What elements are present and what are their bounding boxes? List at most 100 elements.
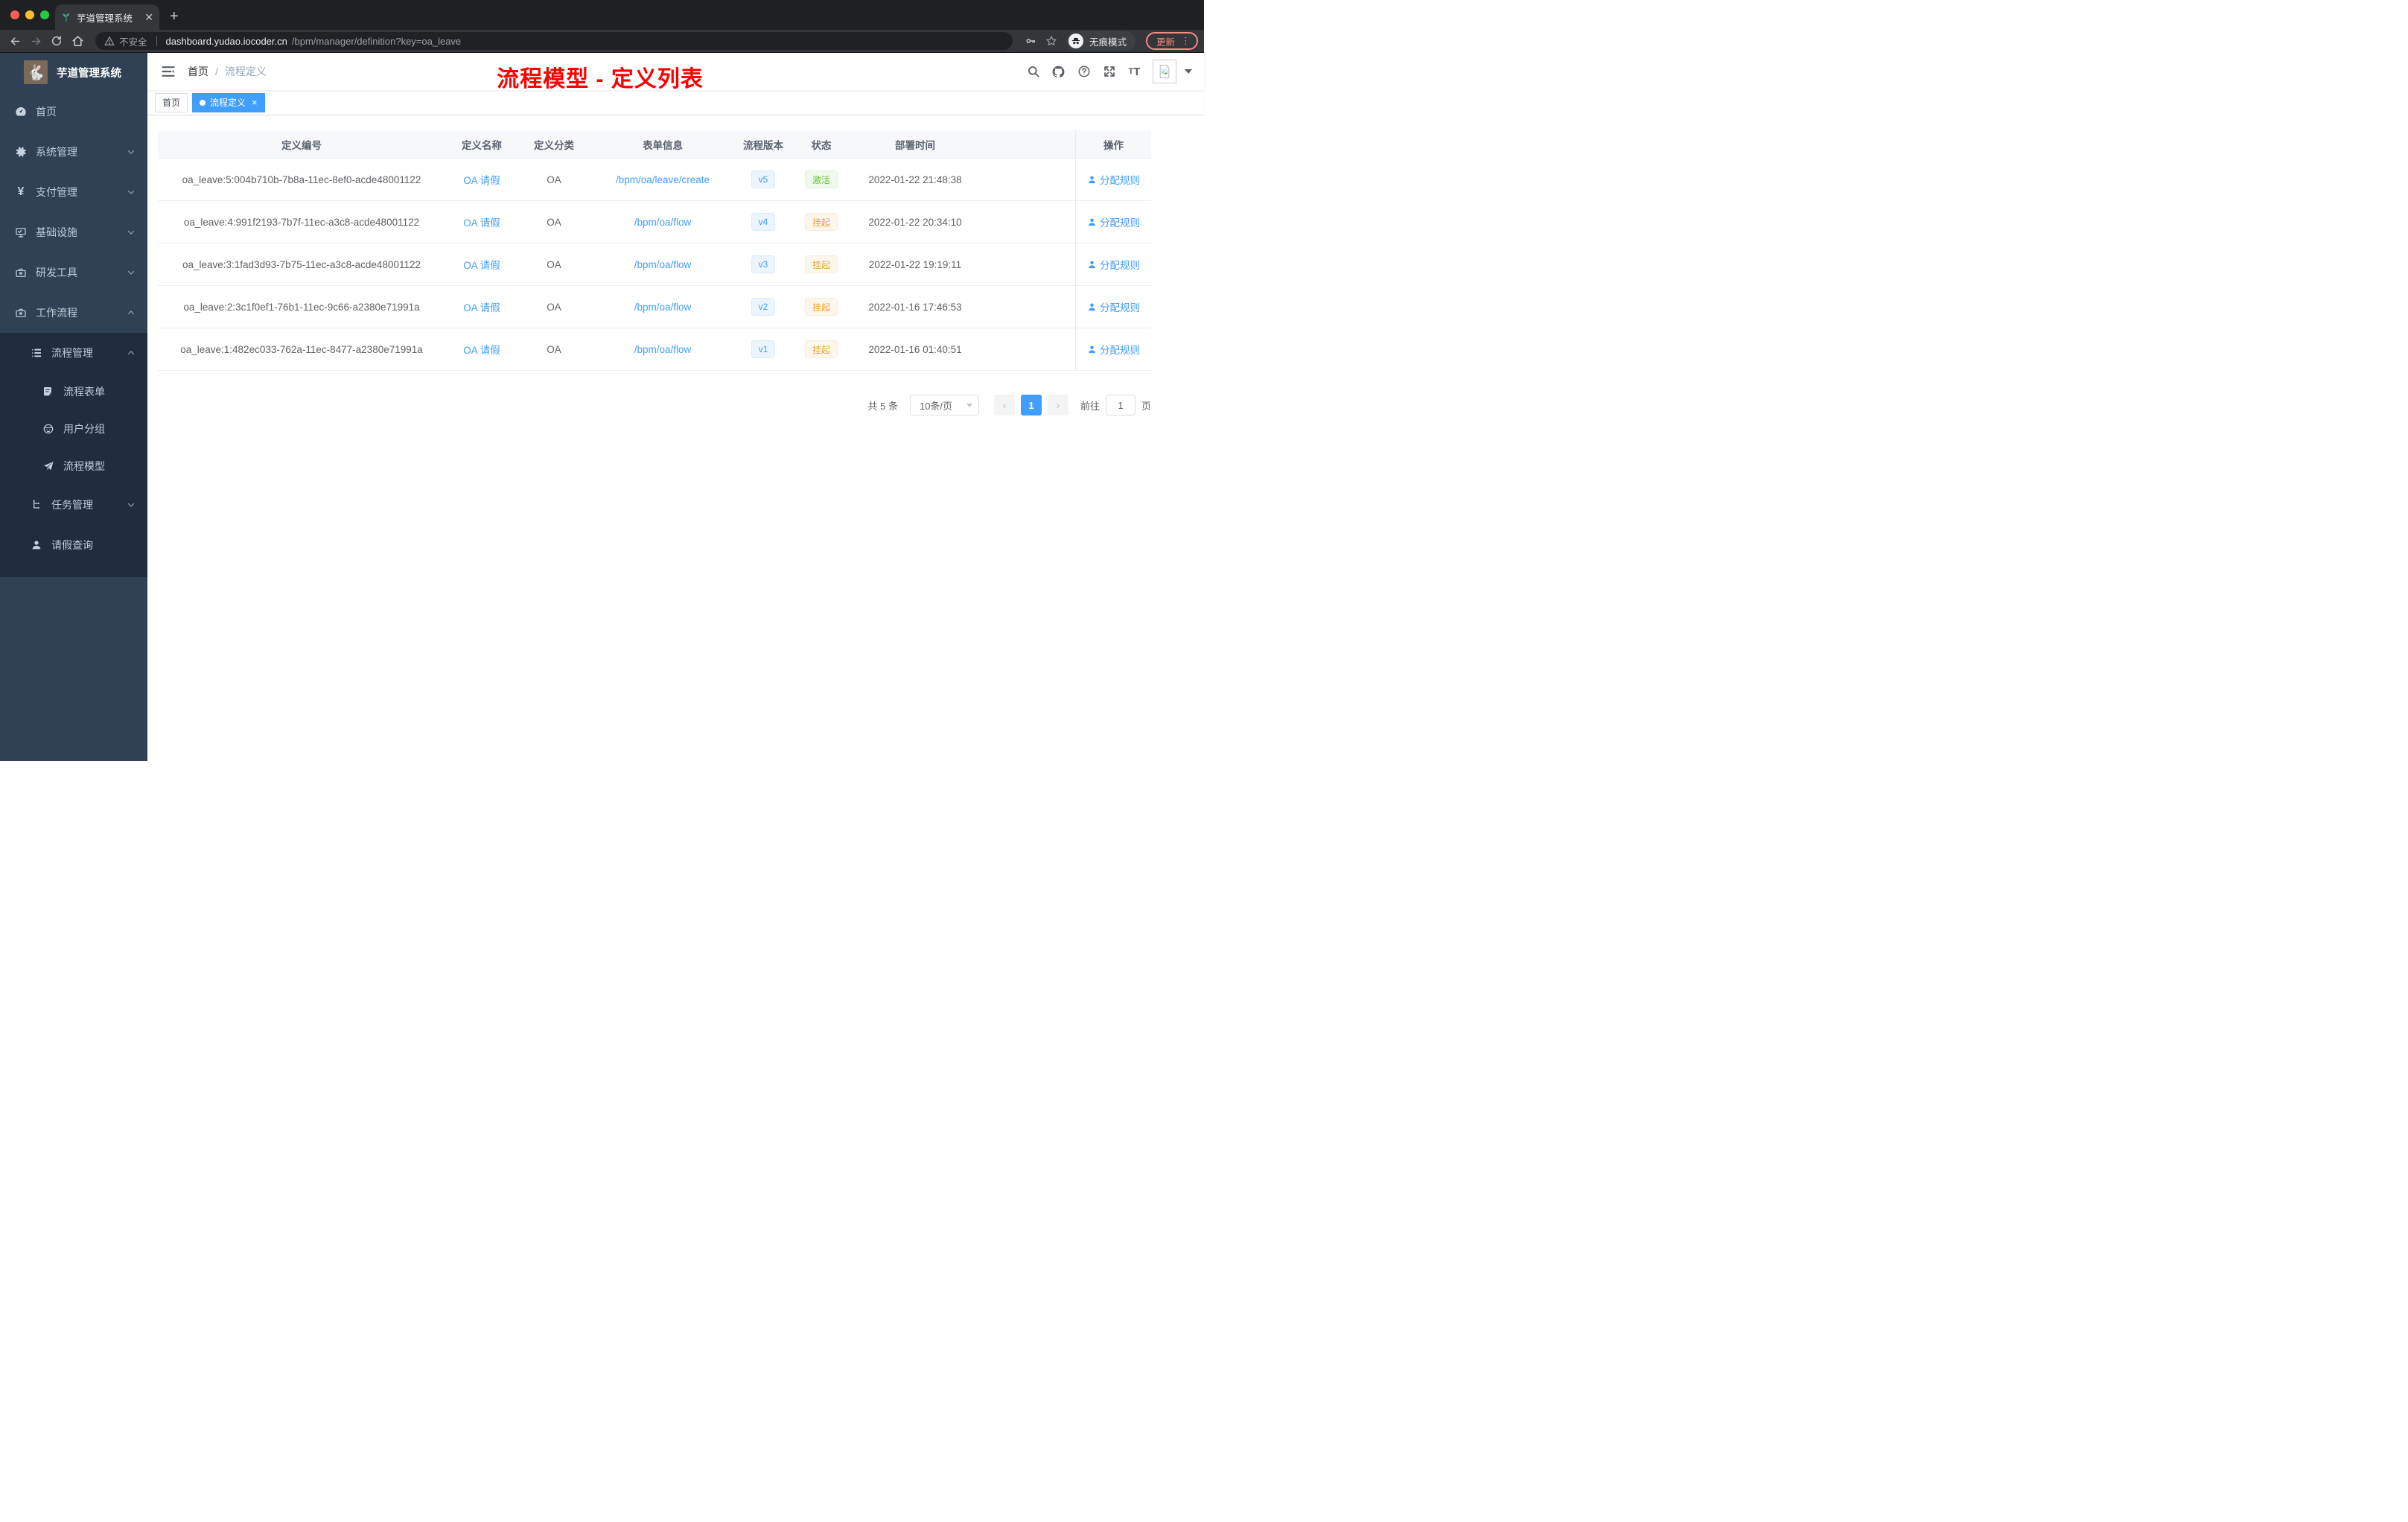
form-info-link[interactable]: /bpm/oa/flow: [634, 259, 692, 270]
address-bar[interactable]: 不安全 dashboard.yudao.iocoder.cn/bpm/manag…: [95, 32, 1013, 50]
sidebar-item-label: 工作流程: [36, 307, 77, 319]
table-row: oa_leave:4:991f2193-7b7f-11ec-a3c8-acde4…: [158, 201, 1151, 243]
form-info-link[interactable]: /bpm/oa/flow: [634, 344, 692, 355]
forward-button[interactable]: [27, 32, 45, 50]
new-tab-button[interactable]: +: [170, 8, 179, 25]
help-icon[interactable]: [1077, 65, 1091, 79]
definition-name-link[interactable]: OA 请假: [463, 342, 500, 357]
person-icon: [32, 541, 41, 550]
sidebar-item-task-mgmt[interactable]: 任务管理: [0, 485, 147, 525]
paper-plane-icon: [44, 462, 54, 471]
sidebar-item-process-mgmt[interactable]: 流程管理: [0, 333, 147, 373]
sidebar-item-label: 首页: [36, 106, 57, 118]
minimize-window-button[interactable]: [25, 10, 34, 19]
back-button[interactable]: [6, 32, 24, 50]
sidebar-item-label: 研发工具: [36, 267, 77, 278]
tab-title: 芋道管理系统: [77, 13, 133, 24]
avatar-caret-icon[interactable]: [1185, 69, 1192, 74]
page-content: 定义编号 定义名称 定义分类 表单信息 流程版本 状态 部署时间 操作 oa_l…: [147, 115, 1204, 761]
sidebar-item-payment[interactable]: ¥ 支付管理: [0, 172, 147, 212]
definition-category: OA: [547, 258, 561, 270]
deploy-time: 2022-01-16 01:40:51: [868, 343, 962, 355]
logo-title: 芋道管理系统: [57, 67, 121, 80]
tag-close-icon[interactable]: ×: [252, 97, 258, 108]
toolbox-icon: [16, 268, 26, 277]
sidebar-item-system[interactable]: 系统管理: [0, 132, 147, 172]
browser-window: 芋道管理系统 ✕ + 不安全 dashboard.yudao.iocoder.c…: [0, 0, 1204, 761]
pagination-total: 共 5 条: [867, 400, 898, 412]
next-page-button[interactable]: ›: [1047, 395, 1068, 415]
definition-name-link[interactable]: OA 请假: [463, 299, 500, 314]
key-icon[interactable]: [1022, 32, 1039, 50]
deploy-time: 2022-01-22 21:48:38: [868, 173, 962, 185]
prev-page-button[interactable]: ‹: [993, 395, 1015, 415]
current-page-button[interactable]: 1: [1020, 395, 1042, 415]
hamburger-icon[interactable]: [161, 64, 176, 79]
goto-page-input[interactable]: [1105, 395, 1135, 415]
tags-view: 首页 流程定义 ×: [147, 90, 1204, 115]
close-window-button[interactable]: [10, 10, 19, 19]
tag-home[interactable]: 首页: [155, 92, 188, 112]
row-filler: [978, 286, 1075, 328]
red-annotation-title: 流程模型 - 定义列表: [497, 67, 704, 92]
sidebar-item-leave-query[interactable]: 请假查询: [0, 525, 147, 565]
assign-rule-link[interactable]: 分配规则: [1087, 172, 1140, 187]
sidebar-item-label: 用户分组: [63, 423, 105, 435]
sidebar-item-process-form[interactable]: 流程表单: [0, 373, 147, 410]
yen-icon: ¥: [17, 185, 25, 198]
sidebar-item-workflow[interactable]: 工作流程: [0, 293, 147, 333]
browser-tab[interactable]: 芋道管理系统 ✕: [55, 4, 159, 30]
search-icon[interactable]: [1026, 65, 1040, 79]
version-badge: v5: [751, 171, 776, 188]
warning-icon: [104, 36, 115, 45]
bookmark-star-icon[interactable]: [1042, 32, 1060, 50]
font-size-icon[interactable]: TT: [1127, 65, 1141, 79]
assign-rule-link[interactable]: 分配规则: [1087, 214, 1140, 229]
fullscreen-icon[interactable]: [1102, 65, 1116, 79]
form-icon: [44, 387, 53, 396]
dashboard-icon: [16, 107, 26, 116]
definition-name-link[interactable]: OA 请假: [463, 257, 500, 272]
sidebar-item-home[interactable]: 首页: [0, 92, 147, 132]
chevron-up-icon: [127, 311, 135, 315]
sidebar-item-user-group[interactable]: 用户分组: [0, 410, 147, 448]
col-header-status: 状态: [811, 139, 832, 151]
gear-icon: [16, 147, 26, 157]
sidebar-item-infra[interactable]: 基础设施: [0, 212, 147, 252]
tree-icon: [33, 500, 39, 509]
form-info-link[interactable]: /bpm/oa/flow: [634, 217, 692, 228]
deploy-time: 2022-01-16 17:46:53: [868, 301, 962, 313]
zoom-window-button[interactable]: [40, 10, 49, 19]
macos-traffic-lights[interactable]: [10, 10, 49, 19]
home-button[interactable]: [69, 32, 86, 50]
col-header-filler: [978, 130, 1075, 158]
row-filler: [978, 328, 1075, 370]
briefcase-icon: [16, 308, 26, 317]
github-icon[interactable]: [1051, 65, 1066, 79]
select-caret-icon: [966, 403, 972, 407]
status-badge: 激活: [804, 171, 838, 188]
sidebar-item-process-model[interactable]: 流程模型: [0, 448, 147, 485]
chevron-down-icon: [127, 270, 135, 275]
reload-button[interactable]: [48, 32, 66, 50]
definition-name-link[interactable]: OA 请假: [463, 172, 500, 187]
form-info-link[interactable]: /bpm/oa/leave/create: [616, 174, 710, 185]
assign-rule-link[interactable]: 分配规则: [1087, 342, 1140, 357]
browser-update-button[interactable]: 更新 ⋮: [1145, 32, 1198, 50]
browser-menu-icon[interactable]: ⋮: [1181, 35, 1191, 47]
sidebar: 🐇 芋道管理系统 首页 系统管理 ¥ 支付管理 基础设施 研发工具 工作流程 流…: [0, 53, 147, 761]
version-badge: v2: [751, 298, 776, 316]
definition-name-link[interactable]: OA 请假: [463, 214, 500, 229]
breadcrumb-home[interactable]: 首页: [188, 64, 208, 79]
tab-close-icon[interactable]: ✕: [144, 11, 153, 24]
avatar[interactable]: [1153, 60, 1176, 83]
tag-process-definition[interactable]: 流程定义 ×: [192, 92, 265, 112]
assign-rule-link[interactable]: 分配规则: [1087, 257, 1140, 272]
monitor-icon: [16, 228, 26, 238]
sidebar-item-devtools[interactable]: 研发工具: [0, 252, 147, 293]
form-info-link[interactable]: /bpm/oa/flow: [634, 302, 692, 313]
browser-toolbar: 不安全 dashboard.yudao.iocoder.cn/bpm/manag…: [0, 30, 1204, 53]
page-size-select[interactable]: 10条/页: [909, 395, 979, 415]
sidebar-item-label: 流程表单: [63, 386, 105, 398]
assign-rule-link[interactable]: 分配规则: [1087, 299, 1140, 314]
